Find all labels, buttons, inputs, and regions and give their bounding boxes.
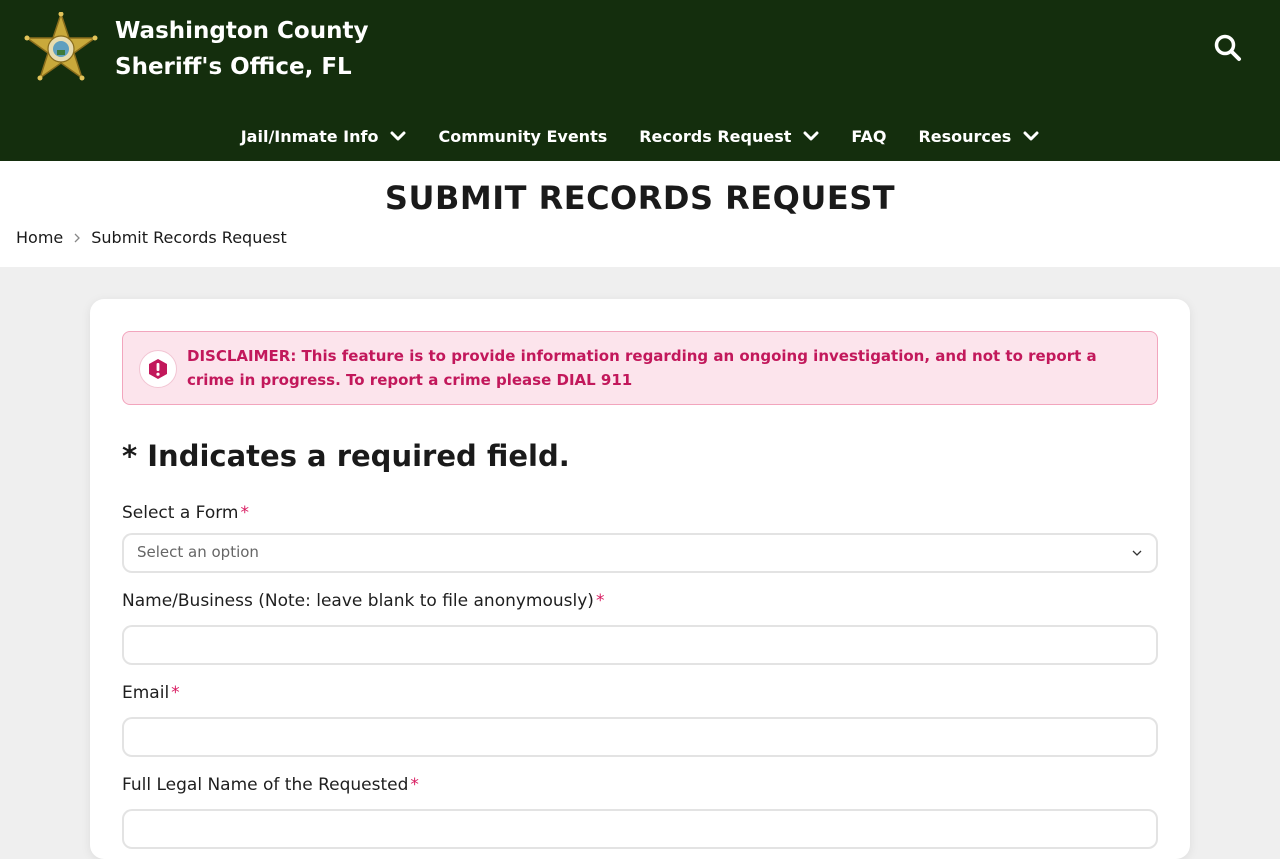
name-business-field-wrapper [122, 625, 1158, 665]
nav-item-label: Resources [918, 126, 1012, 146]
chevron-right-icon [74, 233, 81, 242]
name-business-input[interactable] [124, 627, 1156, 663]
breadcrumb-current: Submit Records Request [91, 228, 287, 247]
nav-item-records-request[interactable]: Records Request [639, 122, 819, 150]
page-title-band: SUBMIT RECORDS REQUEST Home Submit Recor… [0, 161, 1280, 267]
site-title-line1: Washington County [115, 18, 369, 44]
disclaimer-text: DISCLAIMER: This feature is to provide i… [187, 347, 1097, 389]
required-field-note: * Indicates a required field. [122, 439, 570, 473]
nav-item-jail-inmate-info[interactable]: Jail/Inmate Info [241, 122, 407, 150]
name-business-label-text: Name/Business (Note: leave blank to file… [122, 591, 594, 611]
required-asterisk: * [171, 683, 180, 703]
breadcrumb-home-link[interactable]: Home [16, 228, 63, 247]
nav-item-resources[interactable]: Resources [918, 122, 1039, 150]
select-form-label: Select a Form * [122, 503, 249, 523]
required-asterisk: * [240, 503, 250, 523]
chevron-down-icon [1023, 131, 1039, 141]
full-legal-name-label: Full Legal Name of the Requested * [122, 775, 419, 795]
breadcrumb: Home Submit Records Request [16, 228, 287, 247]
nav-item-label: Community Events [438, 126, 608, 146]
chevron-down-icon [390, 131, 406, 141]
site-header: Washington County Sheriff's Office, FL J… [0, 0, 1280, 161]
email-label-text: Email [122, 683, 170, 703]
site-title[interactable]: Washington County Sheriff's Office, FL [115, 13, 368, 85]
required-asterisk: * [595, 591, 605, 611]
nav-item-label: Records Request [639, 126, 792, 146]
required-asterisk: * [410, 775, 419, 795]
select-form-placeholder: Select an option [137, 543, 259, 561]
page-title: SUBMIT RECORDS REQUEST [384, 179, 896, 217]
chevron-down-icon [1132, 550, 1142, 556]
nav-item-label: Jail/Inmate Info [240, 126, 379, 146]
main-nav: Jail/Inmate Info Community Events Record… [0, 122, 1280, 150]
full-legal-name-field-wrapper [122, 809, 1158, 849]
nav-item-faq[interactable]: FAQ [851, 122, 886, 150]
search-icon[interactable] [1212, 32, 1244, 64]
exclamation-shield-icon [139, 350, 177, 388]
nav-item-community-events[interactable]: Community Events [438, 122, 607, 150]
full-legal-name-label-text: Full Legal Name of the Requested [122, 775, 409, 795]
chevron-down-icon [803, 131, 819, 141]
nav-item-label: FAQ [851, 126, 887, 146]
disclaimer-alert: DISCLAIMER: This feature is to provide i… [122, 331, 1158, 405]
name-business-label: Name/Business (Note: leave blank to file… [122, 591, 604, 611]
select-form-dropdown[interactable]: Select an option [122, 533, 1158, 573]
sheriff-star-badge-icon[interactable] [24, 11, 98, 84]
email-field-wrapper [122, 717, 1158, 757]
email-input[interactable] [124, 719, 1156, 755]
site-title-line2: Sheriff's Office, FL [115, 54, 352, 80]
full-legal-name-input[interactable] [124, 811, 1156, 847]
form-card: DISCLAIMER: This feature is to provide i… [90, 299, 1190, 859]
select-form-label-text: Select a Form [122, 503, 239, 523]
email-label: Email * [122, 683, 180, 703]
